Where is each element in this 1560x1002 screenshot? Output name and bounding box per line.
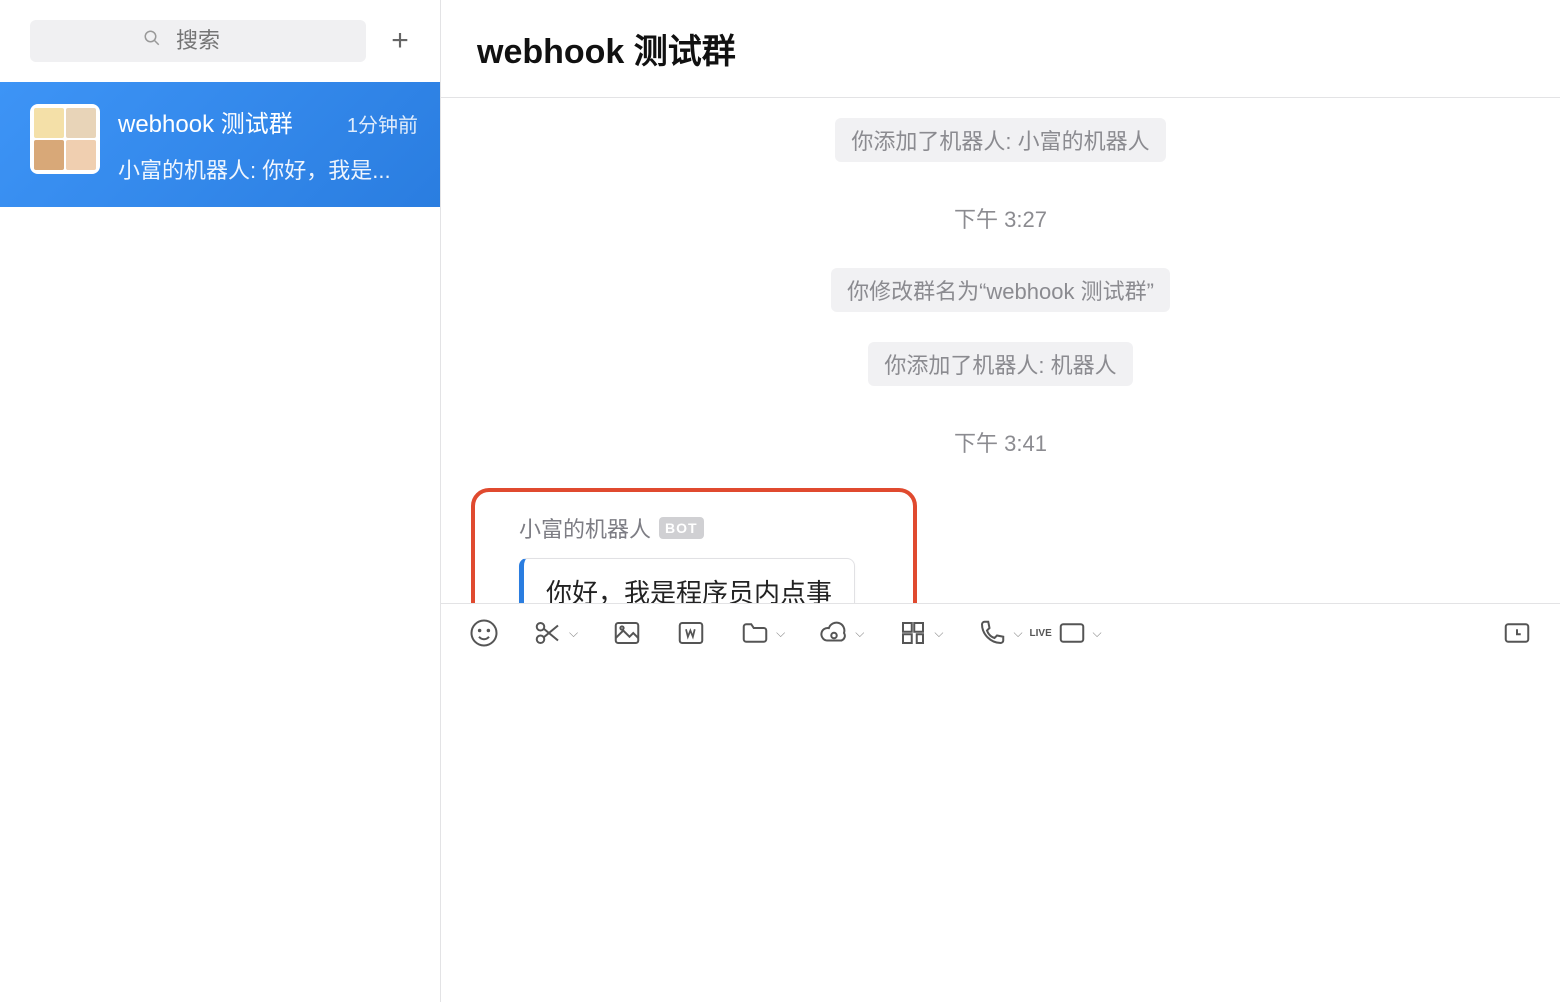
- bot-badge: BOT: [659, 517, 704, 539]
- search-input[interactable]: [30, 20, 366, 62]
- compose-input[interactable]: [441, 662, 1560, 1002]
- conversation-title: webhook 测试群: [118, 104, 293, 139]
- timestamp: 下午 3:41: [954, 426, 1047, 458]
- timestamp: 下午 3:27: [954, 202, 1047, 234]
- conversation-time: 1分钟前: [347, 109, 418, 138]
- conversation-preview: 小富的机器人: 你好，我是...: [118, 153, 418, 185]
- sidebar-header: +: [0, 0, 440, 82]
- system-message: 你添加了机器人: 机器人: [868, 342, 1132, 386]
- chevron-down-icon: ⌵: [569, 626, 578, 641]
- chevron-down-icon: ⌵: [1013, 626, 1022, 641]
- sender-name: 小富的机器人: [519, 512, 651, 544]
- conversation-body: webhook 测试群 1分钟前 小富的机器人: 你好，我是...: [118, 104, 418, 185]
- system-message: 你添加了机器人: 小富的机器人: [835, 118, 1165, 162]
- message-bubble: 你好，我是程序员内点事: [519, 558, 855, 603]
- image-icon[interactable]: [612, 618, 642, 648]
- live-icon[interactable]: LIVE ⌵: [1057, 618, 1102, 648]
- apps-icon[interactable]: ⌵: [898, 618, 943, 648]
- word-icon[interactable]: [676, 618, 706, 648]
- cloud-icon[interactable]: ⌵: [819, 618, 864, 648]
- chevron-down-icon: ⌵: [776, 626, 785, 641]
- sidebar: + webhook 测试群 1分钟前 小富的机器人: 你好，我是...: [0, 0, 440, 1002]
- chat-panel: webhook 测试群 你添加了机器人: 小富的机器人 下午 3:27 你修改群…: [440, 0, 1560, 1002]
- chevron-down-icon: ⌵: [855, 626, 864, 641]
- compose-toolbar: ⌵ ⌵ ⌵ ⌵ ⌵: [441, 603, 1560, 662]
- chat-body: 你添加了机器人: 小富的机器人 下午 3:27 你修改群名为“webhook 测…: [441, 98, 1560, 603]
- scissors-icon[interactable]: ⌵: [533, 618, 578, 648]
- chat-header: webhook 测试群: [441, 0, 1560, 98]
- system-message: 你修改群名为“webhook 测试群”: [831, 268, 1170, 312]
- chat-title: webhook 测试群: [477, 24, 1524, 73]
- chevron-down-icon: ⌵: [934, 626, 943, 641]
- group-avatar: [30, 104, 100, 174]
- search-wrap: [30, 20, 366, 62]
- message-sender: 小富的机器人 BOT: [519, 512, 855, 544]
- add-button[interactable]: +: [384, 25, 416, 57]
- folder-icon[interactable]: ⌵: [740, 618, 785, 648]
- history-icon[interactable]: [1502, 618, 1532, 648]
- conversation-item[interactable]: webhook 测试群 1分钟前 小富的机器人: 你好，我是...: [0, 82, 440, 207]
- phone-icon[interactable]: ⌵: [977, 618, 1022, 648]
- emoji-icon[interactable]: [469, 618, 499, 648]
- chevron-down-icon: ⌵: [1093, 626, 1102, 641]
- highlighted-bot-message: 小富的机器人 BOT 你好，我是程序员内点事: [471, 488, 917, 603]
